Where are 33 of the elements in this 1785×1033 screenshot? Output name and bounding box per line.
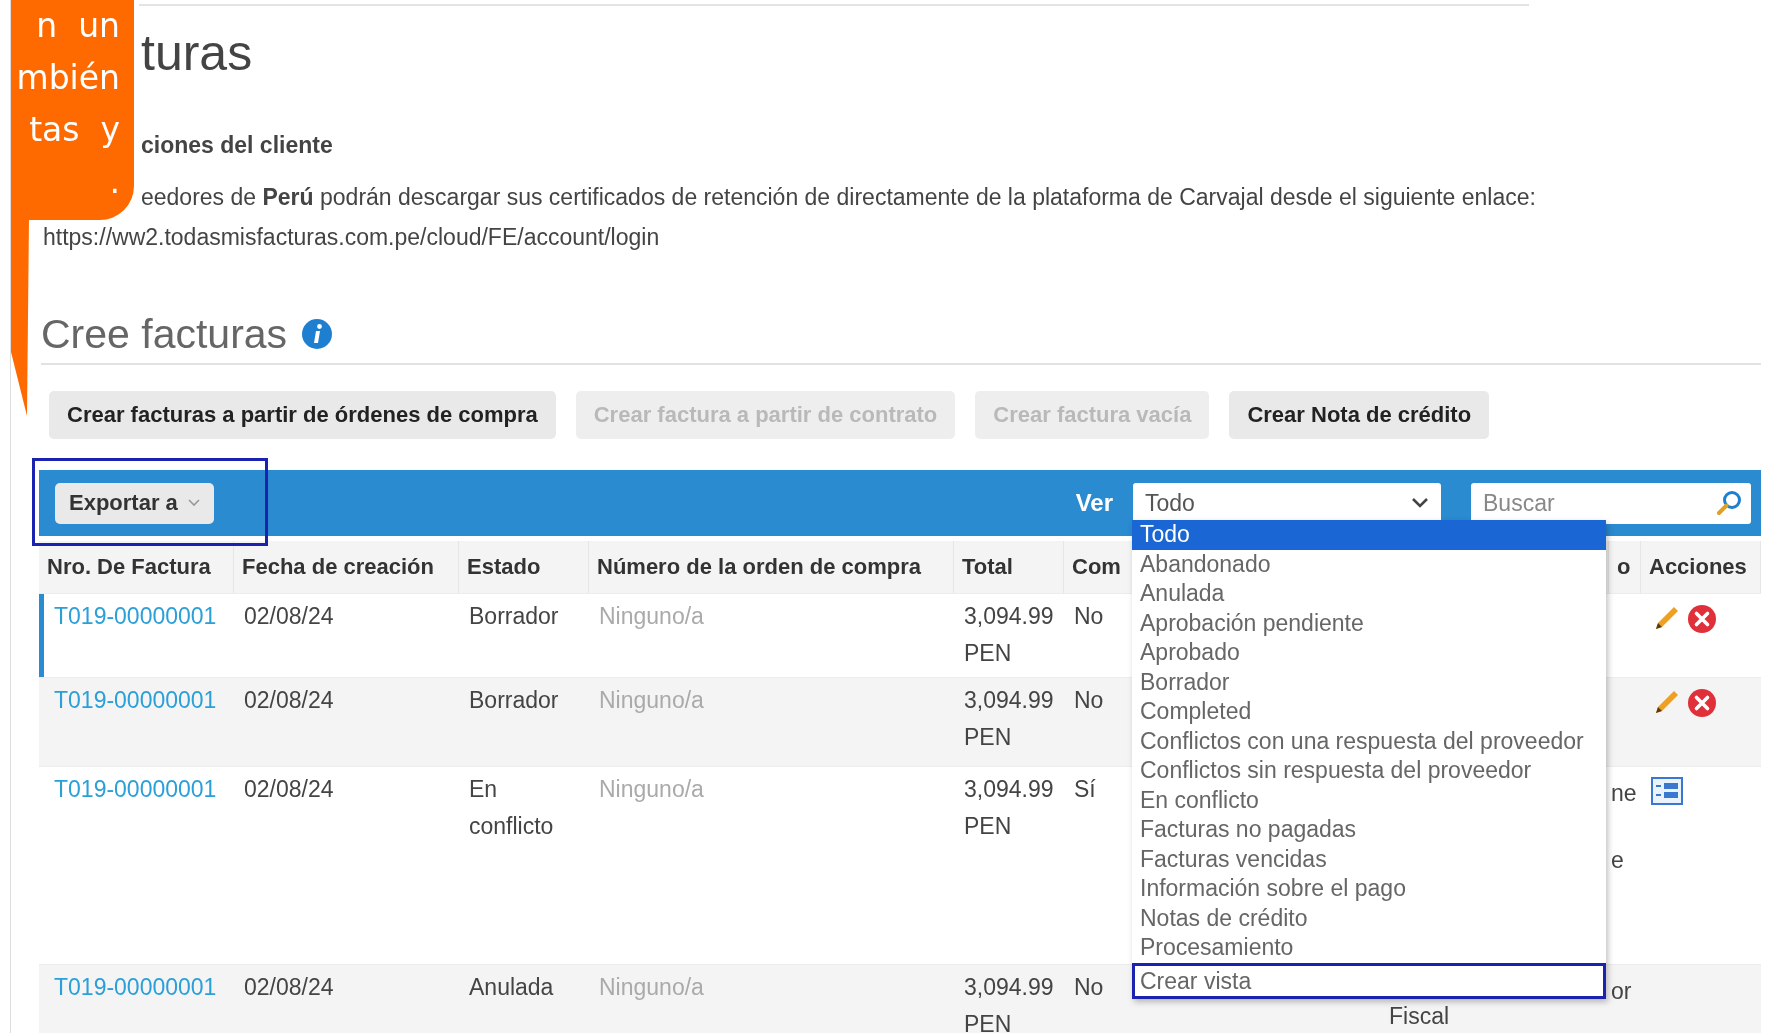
callout-text: . [108, 161, 120, 203]
table-cell: 02/08/24 [244, 974, 334, 1000]
table-cell: Borrador [469, 603, 559, 629]
table-cell: e [1611, 847, 1624, 873]
notice-heading: ciones del cliente [141, 131, 334, 160]
table-cell: 02/08/24 [244, 603, 334, 629]
table-cell: No [1074, 603, 1104, 629]
table-cell: 3,094.99 PEN [964, 974, 1054, 1033]
table-cell: No [1074, 687, 1104, 713]
table-cell: Ninguno/a [599, 687, 704, 713]
table-cell: 3,094.99 PEN [964, 603, 1054, 666]
table-cell: Anulada [469, 974, 554, 1000]
callout-text: mbién [15, 57, 120, 99]
table-cell: Ninguno/a [599, 603, 704, 629]
table-cell: En conflicto [469, 776, 554, 839]
notice-text: eedores de Perú podrán descargar sus certificados de retención de directamente de la plataforma de Carvajal desde el siguiente enlace: [141, 183, 1537, 212]
table-cell: Sí [1074, 776, 1096, 802]
table-cell: No [1074, 974, 1104, 1000]
page-title: turas [141, 24, 254, 83]
table-cell: 3,094.99 PEN [964, 687, 1054, 750]
view-label: Ver [1075, 489, 1113, 517]
table-cell: 3,094.99 PEN [964, 776, 1054, 839]
table-cell: Fiscal [1389, 1003, 1450, 1029]
table-cell: Ninguno/a [599, 776, 704, 802]
table-cell: Ninguno/a [599, 974, 704, 1000]
table-cell: ne [1611, 780, 1637, 806]
callout-text: n un [35, 5, 120, 47]
table-cell: Borrador [469, 687, 559, 713]
callout-text: tas y [28, 109, 120, 151]
table-cell: 02/08/24 [244, 776, 334, 802]
table-cell: 02/08/24 [244, 687, 334, 713]
section-title: Cree facturas [41, 310, 288, 359]
table-cell: or [1611, 978, 1632, 1004]
